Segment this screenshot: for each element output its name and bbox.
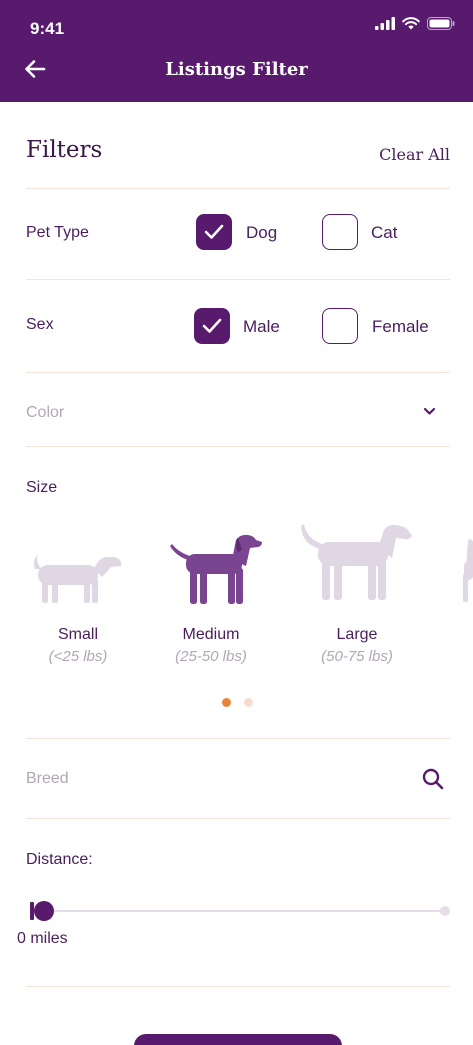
divider	[26, 738, 450, 739]
divider	[26, 188, 450, 189]
battery-icon	[427, 17, 455, 30]
wifi-icon	[402, 17, 420, 30]
divider	[26, 372, 450, 373]
page-title: Listings Filter	[165, 59, 308, 80]
divider	[26, 818, 450, 819]
dog-checkbox[interactable]	[196, 214, 232, 250]
size-medium-range: (25-50 lbs)	[175, 648, 247, 665]
size-large-range: (50-75 lbs)	[321, 648, 393, 665]
search-icon[interactable]	[422, 768, 444, 790]
breed-search-input[interactable]: Breed	[26, 770, 69, 788]
distance-slider-thumb[interactable]	[34, 901, 54, 921]
status-icons	[375, 17, 455, 30]
male-checkbox[interactable]	[194, 308, 230, 344]
filters-heading: Filters	[26, 137, 103, 163]
distance-label: Distance:	[26, 851, 93, 868]
chevron-down-icon[interactable]	[423, 407, 436, 416]
divider	[26, 986, 450, 987]
cat-option-label[interactable]: Cat	[371, 223, 397, 243]
pet-type-label: Pet Type	[26, 224, 89, 241]
distance-slider-end	[440, 906, 450, 916]
distance-slider-track[interactable]	[42, 910, 446, 912]
female-option-label[interactable]: Female	[372, 317, 429, 337]
extra-large-dog-icon[interactable]	[458, 538, 473, 604]
clear-all-button[interactable]: Clear All	[379, 145, 450, 164]
filters-panel: Filters Clear All Pet Type Dog Cat Sex M…	[0, 102, 473, 1045]
size-small-range: (<25 lbs)	[48, 648, 108, 665]
checkmark-icon	[204, 224, 224, 239]
divider	[26, 446, 450, 447]
color-dropdown-label[interactable]: Color	[26, 404, 64, 422]
apply-filters-button[interactable]	[134, 1034, 342, 1045]
female-checkbox[interactable]	[322, 308, 358, 344]
pager-dot[interactable]	[244, 698, 253, 707]
large-dog-icon[interactable]	[300, 522, 414, 602]
size-medium-name[interactable]: Medium	[156, 626, 266, 644]
size-small-name[interactable]: Small	[23, 626, 133, 644]
medium-dog-icon[interactable]	[168, 532, 264, 606]
size-label: Size	[26, 479, 58, 496]
divider	[26, 279, 450, 280]
size-large-name[interactable]: Large	[302, 626, 412, 644]
app-bar: 9:41 Listings Filter	[0, 0, 473, 102]
signal-icon	[375, 17, 395, 30]
male-option-label[interactable]: Male	[243, 317, 280, 337]
pager-dot-active[interactable]	[222, 698, 231, 707]
small-dog-icon[interactable]	[32, 551, 124, 607]
cat-checkbox[interactable]	[322, 214, 358, 250]
status-time: 9:41	[30, 19, 65, 38]
checkmark-icon	[202, 318, 222, 333]
dog-option-label[interactable]: Dog	[246, 223, 277, 243]
sex-label: Sex	[26, 316, 54, 333]
distance-value: 0 miles	[17, 930, 68, 947]
